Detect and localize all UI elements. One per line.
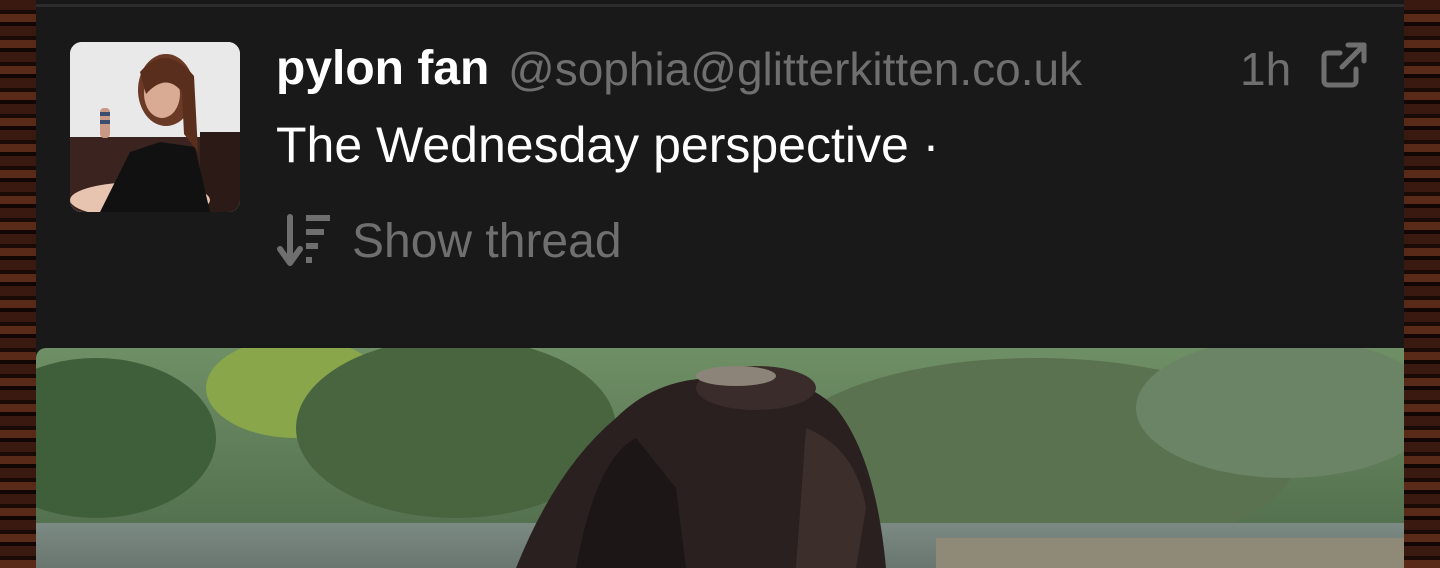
avatar[interactable] xyxy=(70,42,240,212)
avatar-image xyxy=(70,42,240,212)
media-attachment[interactable] xyxy=(36,348,1404,568)
background-right-edge xyxy=(1404,0,1440,568)
sort-descending-icon xyxy=(276,213,336,269)
display-name[interactable]: pylon fan xyxy=(276,41,489,97)
status-post[interactable]: pylon fan @sophia@glitterkitten.co.uk 1h… xyxy=(36,7,1404,345)
post-content: The Wednesday perspective · xyxy=(276,117,940,173)
show-thread-button[interactable]: Show thread xyxy=(276,211,622,271)
show-thread-label: Show thread xyxy=(352,214,622,268)
video-thumbnail xyxy=(36,348,1404,568)
post-time[interactable]: 1h xyxy=(1240,41,1291,97)
account-handle[interactable]: @sophia@glitterkitten.co.uk xyxy=(508,41,1082,97)
timeline-column: pylon fan @sophia@glitterkitten.co.uk 1h… xyxy=(36,0,1404,568)
external-link-icon[interactable] xyxy=(1318,39,1370,91)
background-left-edge xyxy=(0,0,36,568)
